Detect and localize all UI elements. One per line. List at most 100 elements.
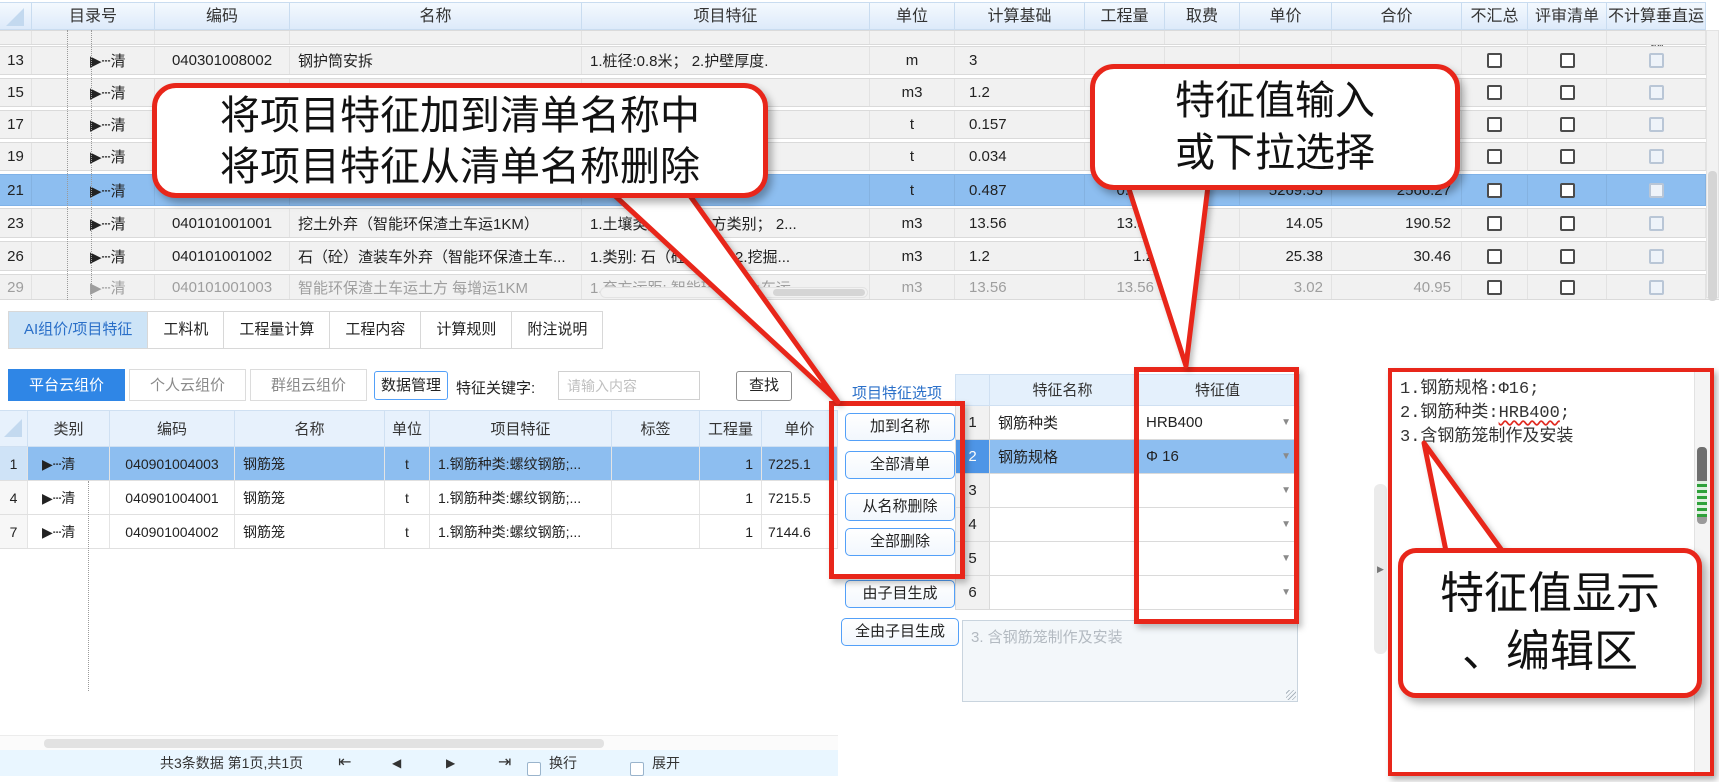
table-row[interactable]: 1▶┄清040901004003钢筋笼t1.钢筋种类:螺纹钢筋;...17225… [0, 447, 838, 481]
cell-feature-name[interactable]: 钢筋规格 [990, 440, 1136, 474]
subtab-0[interactable]: 平台云组价 [8, 369, 125, 401]
tab-0[interactable]: AI组价/项目特征 [8, 311, 148, 349]
cell-qty: 1 [700, 515, 762, 548]
feature-button-4[interactable]: 由子目生成 [845, 580, 955, 608]
checkbox-cb2[interactable] [1560, 249, 1575, 264]
scrollbar-progress-stripes [1697, 481, 1707, 517]
scrollbar-thumb[interactable] [773, 289, 865, 296]
checkbox-cb2[interactable] [1560, 53, 1575, 68]
checkbox-cb3[interactable] [1649, 216, 1664, 231]
checkbox-cb1[interactable] [1487, 280, 1502, 295]
scrollbar-thumb[interactable] [44, 739, 604, 748]
grid-corner-cell [0, 2, 32, 30]
prev-page-button[interactable]: ◀ [392, 750, 401, 776]
cell-price [1240, 31, 1332, 44]
column-header-unit: 单位 [870, 2, 955, 30]
last-page-button[interactable]: ⇥ [498, 750, 511, 776]
tab-1[interactable]: 工料机 [148, 311, 224, 349]
table-row[interactable]: 7▶┄清040901004002钢筋笼t1.钢筋种类:螺纹钢筋;...17144… [0, 515, 838, 549]
tab-2[interactable]: 工程量计算 [224, 311, 330, 349]
checkbox-cb3[interactable] [1649, 249, 1664, 264]
table-row[interactable]: 4▶┄清040901004001钢筋笼t1.钢筋种类:螺纹钢筋;...17215… [0, 481, 838, 515]
tab-5[interactable]: 附注说明 [512, 311, 603, 349]
subtab-2[interactable]: 群组云组价 [250, 369, 367, 401]
cell-feature-name[interactable] [990, 474, 1136, 508]
checkbox-cb2[interactable] [1560, 149, 1575, 164]
resize-grip-icon[interactable] [1286, 690, 1296, 700]
column-header-tree: 类别 [28, 410, 110, 447]
table-row[interactable] [0, 30, 1719, 45]
grid-vertical-scrollbar[interactable] [1706, 30, 1719, 298]
feature-note-textarea[interactable]: 3. 含钢筋笼制作及安装 [962, 620, 1298, 702]
cell-feature: 1.桩径:0.8米； 2.护壁厚度. [582, 47, 870, 74]
checkbox-cb1[interactable] [1487, 117, 1502, 132]
checkbox-cb2[interactable] [1560, 183, 1575, 198]
cell-cb2 [1528, 275, 1607, 299]
subtab-1[interactable]: 个人云组价 [129, 369, 246, 401]
cell-feature: 1.类别: 石（砼）渣； 2.挖掘... [582, 242, 870, 270]
editor-line: 1.钢筋规格:Φ16; [1400, 378, 1573, 402]
checkbox-cb3[interactable] [1649, 53, 1664, 68]
cell-code: 040101001001 [155, 209, 290, 237]
table-row[interactable]: 26▶┄清040101001002石（砼）渣装车外弃（智能环保渣土车...1.类… [0, 241, 1719, 271]
checkbox-cb3[interactable] [1649, 280, 1664, 295]
cell-cb3 [1607, 79, 1706, 106]
checkbox-cb1[interactable] [1487, 249, 1502, 264]
cell-cb2 [1528, 47, 1607, 74]
checkbox-cb3[interactable] [1649, 85, 1664, 100]
checkbox-cb1[interactable] [1487, 216, 1502, 231]
cell-tree: ▶┄清 [28, 515, 110, 548]
panel-splitter[interactable]: ▶ [1374, 484, 1387, 654]
wrap-checkbox[interactable] [527, 756, 541, 770]
tab-4[interactable]: 计算规则 [421, 311, 512, 349]
checkbox-cb3[interactable] [1649, 117, 1664, 132]
cell-feature-name[interactable] [990, 576, 1136, 610]
cell-name: 智能环保渣土车运土方 每增运1KM [290, 275, 582, 299]
cell-no: 4 [0, 481, 28, 514]
data-manage-button[interactable]: 数据管理 [374, 371, 448, 400]
table-row[interactable]: 23▶┄清040101001001挖土外弃（智能环保渣土车运1KM）1.土壤类别… [0, 208, 1719, 238]
checkbox-cb1[interactable] [1487, 53, 1502, 68]
keyword-input[interactable] [558, 371, 700, 400]
cell-code: 040901004003 [110, 447, 235, 480]
feature-button-5[interactable]: 全由子目生成 [841, 618, 959, 646]
tab-3[interactable]: 工程内容 [330, 311, 421, 349]
cell-tree: ▶┄清 [32, 79, 155, 106]
checkbox-cb3[interactable] [1649, 183, 1664, 198]
highlight-rect-option-buttons [829, 401, 965, 579]
cell-tree: ▶┄清 [28, 481, 110, 514]
expand-checkbox[interactable] [630, 756, 644, 770]
checkbox-cb2[interactable] [1560, 280, 1575, 295]
search-button[interactable]: 查找 [736, 371, 792, 401]
cell-no: 13 [0, 47, 32, 74]
checkbox-cb3[interactable] [1649, 149, 1664, 164]
checkbox-cb1[interactable] [1487, 149, 1502, 164]
column-header-cb1: 不汇总 [1462, 2, 1528, 30]
cell-unit: t [385, 515, 430, 548]
checkbox-cb1[interactable] [1487, 183, 1502, 198]
checkbox-cb1[interactable] [1487, 85, 1502, 100]
scrollbar-thumb[interactable] [1697, 447, 1707, 481]
grid-horizontal-scrollbar[interactable] [600, 287, 868, 298]
cell-base: 13.56 [955, 275, 1085, 299]
next-page-button[interactable]: ▶ [446, 750, 455, 776]
cell-no [0, 31, 32, 44]
scrollbar-thumb[interactable] [1708, 171, 1717, 301]
table-row[interactable]: 13▶┄清040301008002钢护筒安拆1.桩径:0.8米； 2.护壁厚度.… [0, 46, 1719, 75]
cell-feature-name[interactable] [990, 542, 1136, 576]
list-horizontal-scrollbar[interactable] [0, 735, 838, 751]
cell-feature-name[interactable]: 钢筋种类 [990, 406, 1136, 440]
cell-code: 040301008002 [155, 47, 290, 74]
first-page-button[interactable]: ⇤ [338, 750, 351, 776]
cell-tree [32, 31, 155, 44]
cell-unit: m3 [870, 209, 955, 237]
cell-tree: ▶┄清 [32, 242, 155, 270]
checkbox-cb2[interactable] [1560, 117, 1575, 132]
checkbox-cb2[interactable] [1560, 216, 1575, 231]
column-header-name: 名称 [290, 2, 582, 30]
cell-price: 7215.5 [762, 481, 838, 514]
misspelled-word: HRB400 [1499, 404, 1560, 423]
cell-feature-name[interactable] [990, 508, 1136, 542]
cell-cb2 [1528, 143, 1607, 170]
checkbox-cb2[interactable] [1560, 85, 1575, 100]
